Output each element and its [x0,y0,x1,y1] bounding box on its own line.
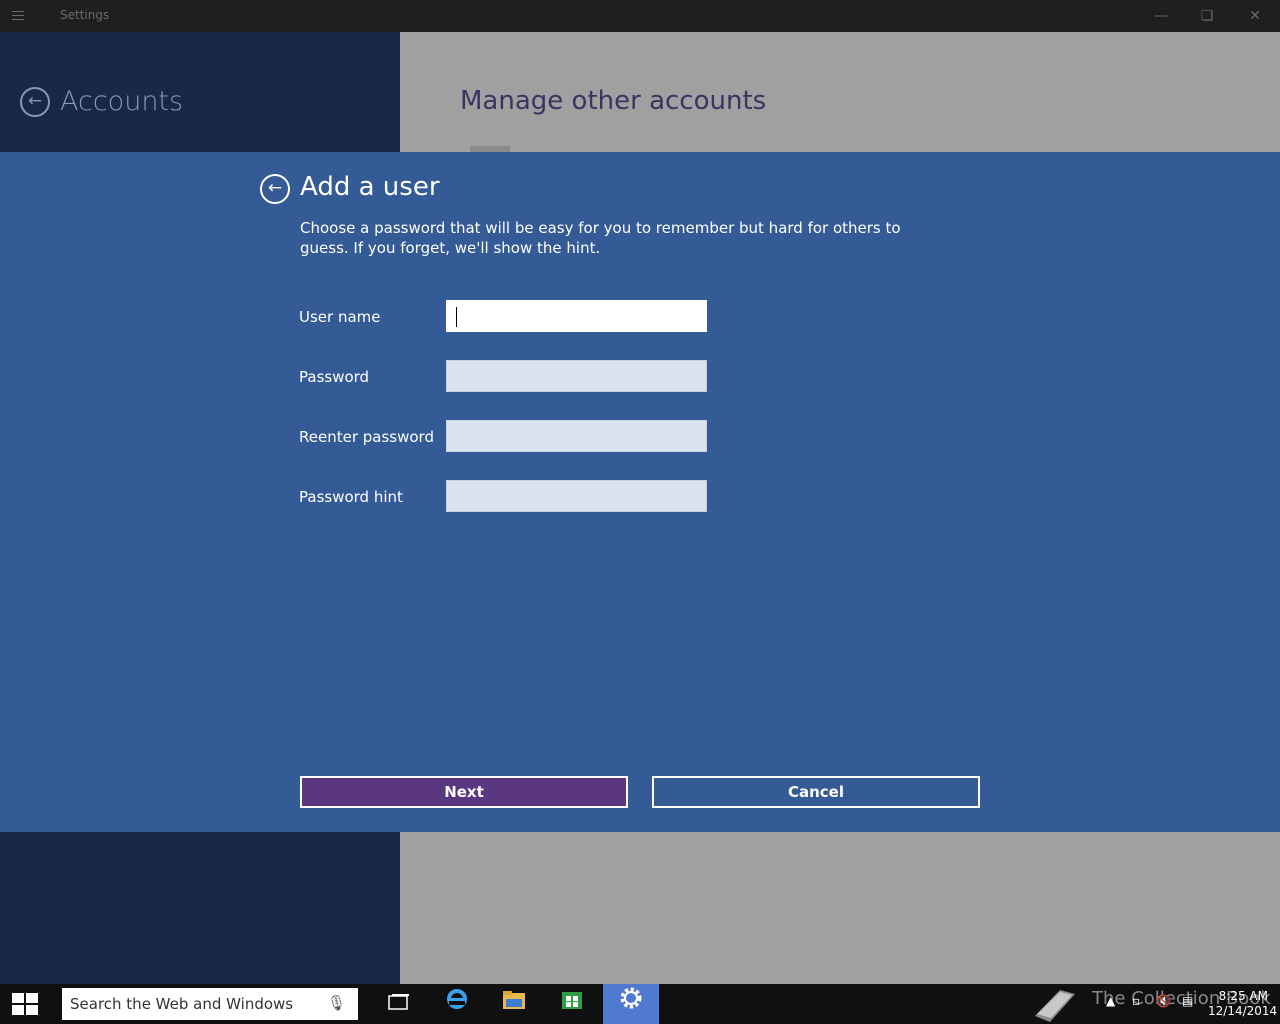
reenter-password-label: Reenter password [299,428,434,446]
taskbar: Search the Web and Windows 🎙 The Collect… [0,984,1280,1024]
hamburger-menu-icon[interactable] [12,8,36,24]
notifications-icon[interactable]: ▤ [1182,994,1193,1008]
dialog-title: Add a user [300,172,440,202]
microphone-icon[interactable]: 🎙 [327,994,346,1012]
network-icon[interactable]: ▫ [1132,994,1140,1008]
dialog-back-icon[interactable]: ← [260,174,290,204]
dialog-description: Choose a password that will be easy for … [300,219,901,257]
add-user-dialog: ← Add a user Choose a password that will… [0,152,1280,832]
start-button[interactable] [0,984,50,1024]
window-title: Settings [60,8,110,22]
clock-time: 8:25 AM [1218,989,1268,1003]
next-button[interactable]: Next [300,776,628,808]
back-arrow-icon[interactable]: ← [20,87,50,117]
internet-explorer-icon[interactable] [433,984,481,1024]
user-name-input[interactable] [446,300,707,332]
page-title: Manage other accounts [460,86,767,116]
cancel-button[interactable]: Cancel [652,776,980,808]
minimize-button[interactable]: — [1138,0,1184,32]
volume-muted-icon[interactable]: 🔇 [1156,994,1171,1008]
reenter-password-input[interactable] [446,420,707,452]
clock-date: 12/14/2014 [1208,1004,1278,1018]
close-button[interactable]: ✕ [1232,0,1278,32]
clock[interactable]: 8:25 AM 12/14/2014 [1208,989,1278,1019]
password-label: Password [299,368,370,386]
maximize-button[interactable]: ❑ [1184,0,1230,32]
search-box[interactable]: Search the Web and Windows 🎙 [62,988,358,1020]
file-explorer-icon[interactable] [490,984,538,1024]
task-view-icon[interactable] [375,984,423,1024]
nav-section-title: Accounts [60,86,184,117]
show-hidden-icons[interactable]: ▲ [1106,994,1115,1008]
book-watermark-icon [1030,984,1080,1024]
password-hint-label: Password hint [299,488,403,506]
password-input[interactable] [446,360,707,392]
password-hint-input[interactable] [446,480,707,512]
settings-gear-icon[interactable] [603,984,659,1024]
store-icon[interactable] [548,984,596,1024]
windows-logo-icon [12,993,38,1015]
user-name-label: User name [299,308,381,326]
title-bar: Settings — ❑ ✕ [0,0,1280,32]
text-caret [456,307,457,327]
search-placeholder: Search the Web and Windows [70,995,294,1013]
